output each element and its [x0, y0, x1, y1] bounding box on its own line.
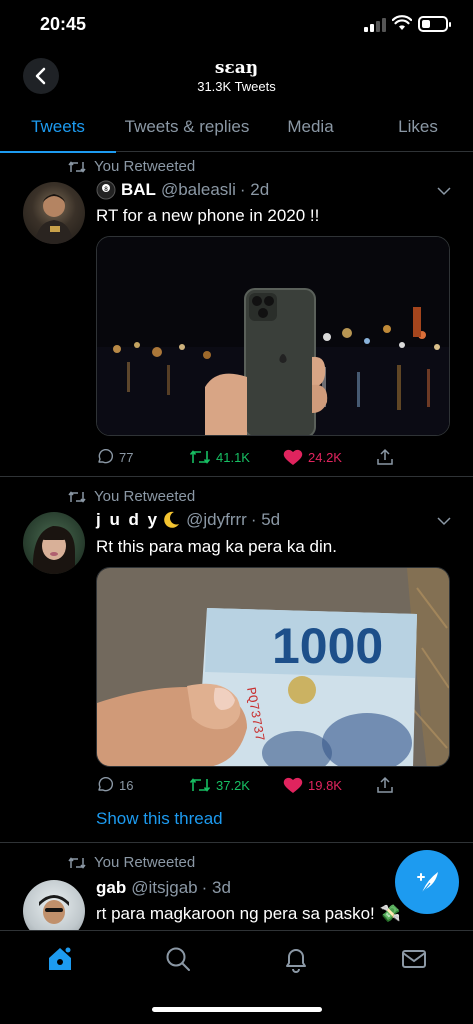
tweet-time: · 2d [239, 180, 270, 199]
retweet-button[interactable]: 37.2K [189, 776, 250, 794]
tweet-time: · 3d [201, 878, 231, 897]
tweet-actions: 77 41.1K 24.2K [96, 448, 450, 472]
author-handle: @baleasli [160, 180, 236, 199]
avatar-image [35, 194, 73, 244]
chevron-down-icon[interactable] [437, 516, 451, 526]
svg-text:8: 8 [104, 186, 108, 193]
retweet-indicator: You Retweeted [68, 488, 195, 505]
reply-icon [98, 449, 113, 464]
wifi-icon [392, 15, 412, 30]
share-button[interactable] [376, 448, 394, 466]
like-count: 24.2K [308, 449, 342, 465]
retweet-icon [68, 856, 86, 869]
retweet-label: You Retweeted [94, 158, 196, 175]
retweet-icon [189, 450, 211, 464]
show-thread-link[interactable]: Show this thread [96, 809, 223, 829]
heart-icon [283, 777, 303, 793]
share-icon [377, 776, 393, 793]
reply-button[interactable]: 16 [96, 776, 133, 794]
author-handle: @itsjgab [131, 878, 198, 897]
like-count: 19.8K [308, 777, 342, 793]
author-name: gab [96, 878, 127, 897]
tweet-actions: 16 37.2K 19.8K [96, 776, 450, 800]
status-bar: 20:45 [0, 0, 473, 50]
tab-tweets-replies[interactable]: Tweets & replies [116, 102, 258, 152]
tweet-text: Rt this para mag ka pera ka din. [96, 537, 337, 556]
mail-icon [402, 950, 426, 968]
retweet-label: You Retweeted [94, 488, 196, 505]
avatar-image [32, 526, 75, 574]
author-name: j u d y [96, 510, 160, 529]
reply-button[interactable]: 77 [96, 448, 133, 466]
home-indicator [152, 1007, 322, 1012]
tweet-text: rt para magkaroon ng pera sa pasko! 💸 [96, 904, 401, 923]
tab-likes[interactable]: Likes [363, 102, 473, 152]
reply-icon [98, 777, 113, 792]
retweet-label: You Retweeted [94, 854, 196, 871]
retweet-count: 37.2K [216, 777, 250, 793]
tab-tweets[interactable]: Tweets [0, 102, 116, 153]
nav-messages[interactable] [400, 945, 428, 973]
tweet-text: RT for a new phone in 2020 !! [96, 206, 320, 225]
retweet-icon [68, 490, 86, 503]
tweet-author[interactable]: gab @itsjgab · 3d [96, 878, 231, 898]
tweet[interactable]: You Retweeted j u d y @jdyfrrr · 5d Rt t… [0, 478, 473, 843]
cellular-signal-icon [364, 18, 386, 32]
tweet-time: · 5d [250, 510, 281, 529]
profile-tabs: Tweets Tweets & replies Media Likes [0, 102, 473, 153]
like-button[interactable]: 19.8K [283, 776, 342, 794]
tweet-author[interactable]: 8 BAL @baleasli · 2d [96, 180, 269, 200]
crescent-moon-icon [164, 511, 180, 528]
nav-search[interactable] [164, 945, 192, 973]
home-icon [49, 946, 72, 970]
like-button[interactable]: 24.2K [283, 448, 342, 466]
chevron-down-icon[interactable] [437, 186, 451, 196]
avatar[interactable] [23, 512, 85, 574]
reply-count: 16 [119, 777, 134, 793]
tweet-media[interactable]: 1000 PQ73737 [96, 567, 450, 767]
author-handle: @jdyfrrr [186, 510, 247, 529]
share-button[interactable] [376, 776, 394, 794]
retweet-button[interactable]: 41.1K [189, 448, 250, 466]
battery-icon [418, 16, 451, 32]
tweet-media[interactable] [96, 236, 450, 436]
banknote-photo: 1000 PQ73737 [97, 568, 449, 766]
author-name: BAL [121, 180, 156, 199]
reply-count: 77 [119, 449, 134, 465]
retweet-indicator: You Retweeted [68, 854, 195, 871]
retweet-icon [68, 160, 86, 173]
eight-ball-icon: 8 [96, 180, 116, 200]
tab-media[interactable]: Media [258, 102, 363, 152]
avatar[interactable] [23, 182, 85, 244]
nav-notifications[interactable] [282, 945, 310, 973]
tweet[interactable]: You Retweeted 8 BAL @baleasli · 2d RT fo… [0, 152, 473, 477]
tweet-count: 31.3K Tweets [197, 79, 276, 94]
bell-icon [286, 949, 306, 973]
nav-home[interactable] [46, 945, 74, 973]
profile-name: sɛaŋ [214, 58, 259, 78]
search-icon [166, 947, 190, 971]
share-icon [377, 448, 393, 465]
banknote-denomination: 1000 [272, 618, 383, 674]
retweet-icon [189, 778, 211, 792]
retweet-indicator: You Retweeted [68, 158, 195, 175]
compose-tweet-button[interactable] [395, 850, 459, 914]
profile-header: sɛaŋ 31.3K Tweets [0, 50, 473, 102]
retweet-count: 41.1K [216, 449, 250, 465]
status-time: 20:45 [40, 14, 87, 34]
compose-feather-icon [417, 872, 438, 894]
phone-photo [97, 237, 449, 435]
tweet-author[interactable]: j u d y @jdyfrrr · 5d [96, 510, 280, 530]
heart-icon [283, 449, 303, 465]
